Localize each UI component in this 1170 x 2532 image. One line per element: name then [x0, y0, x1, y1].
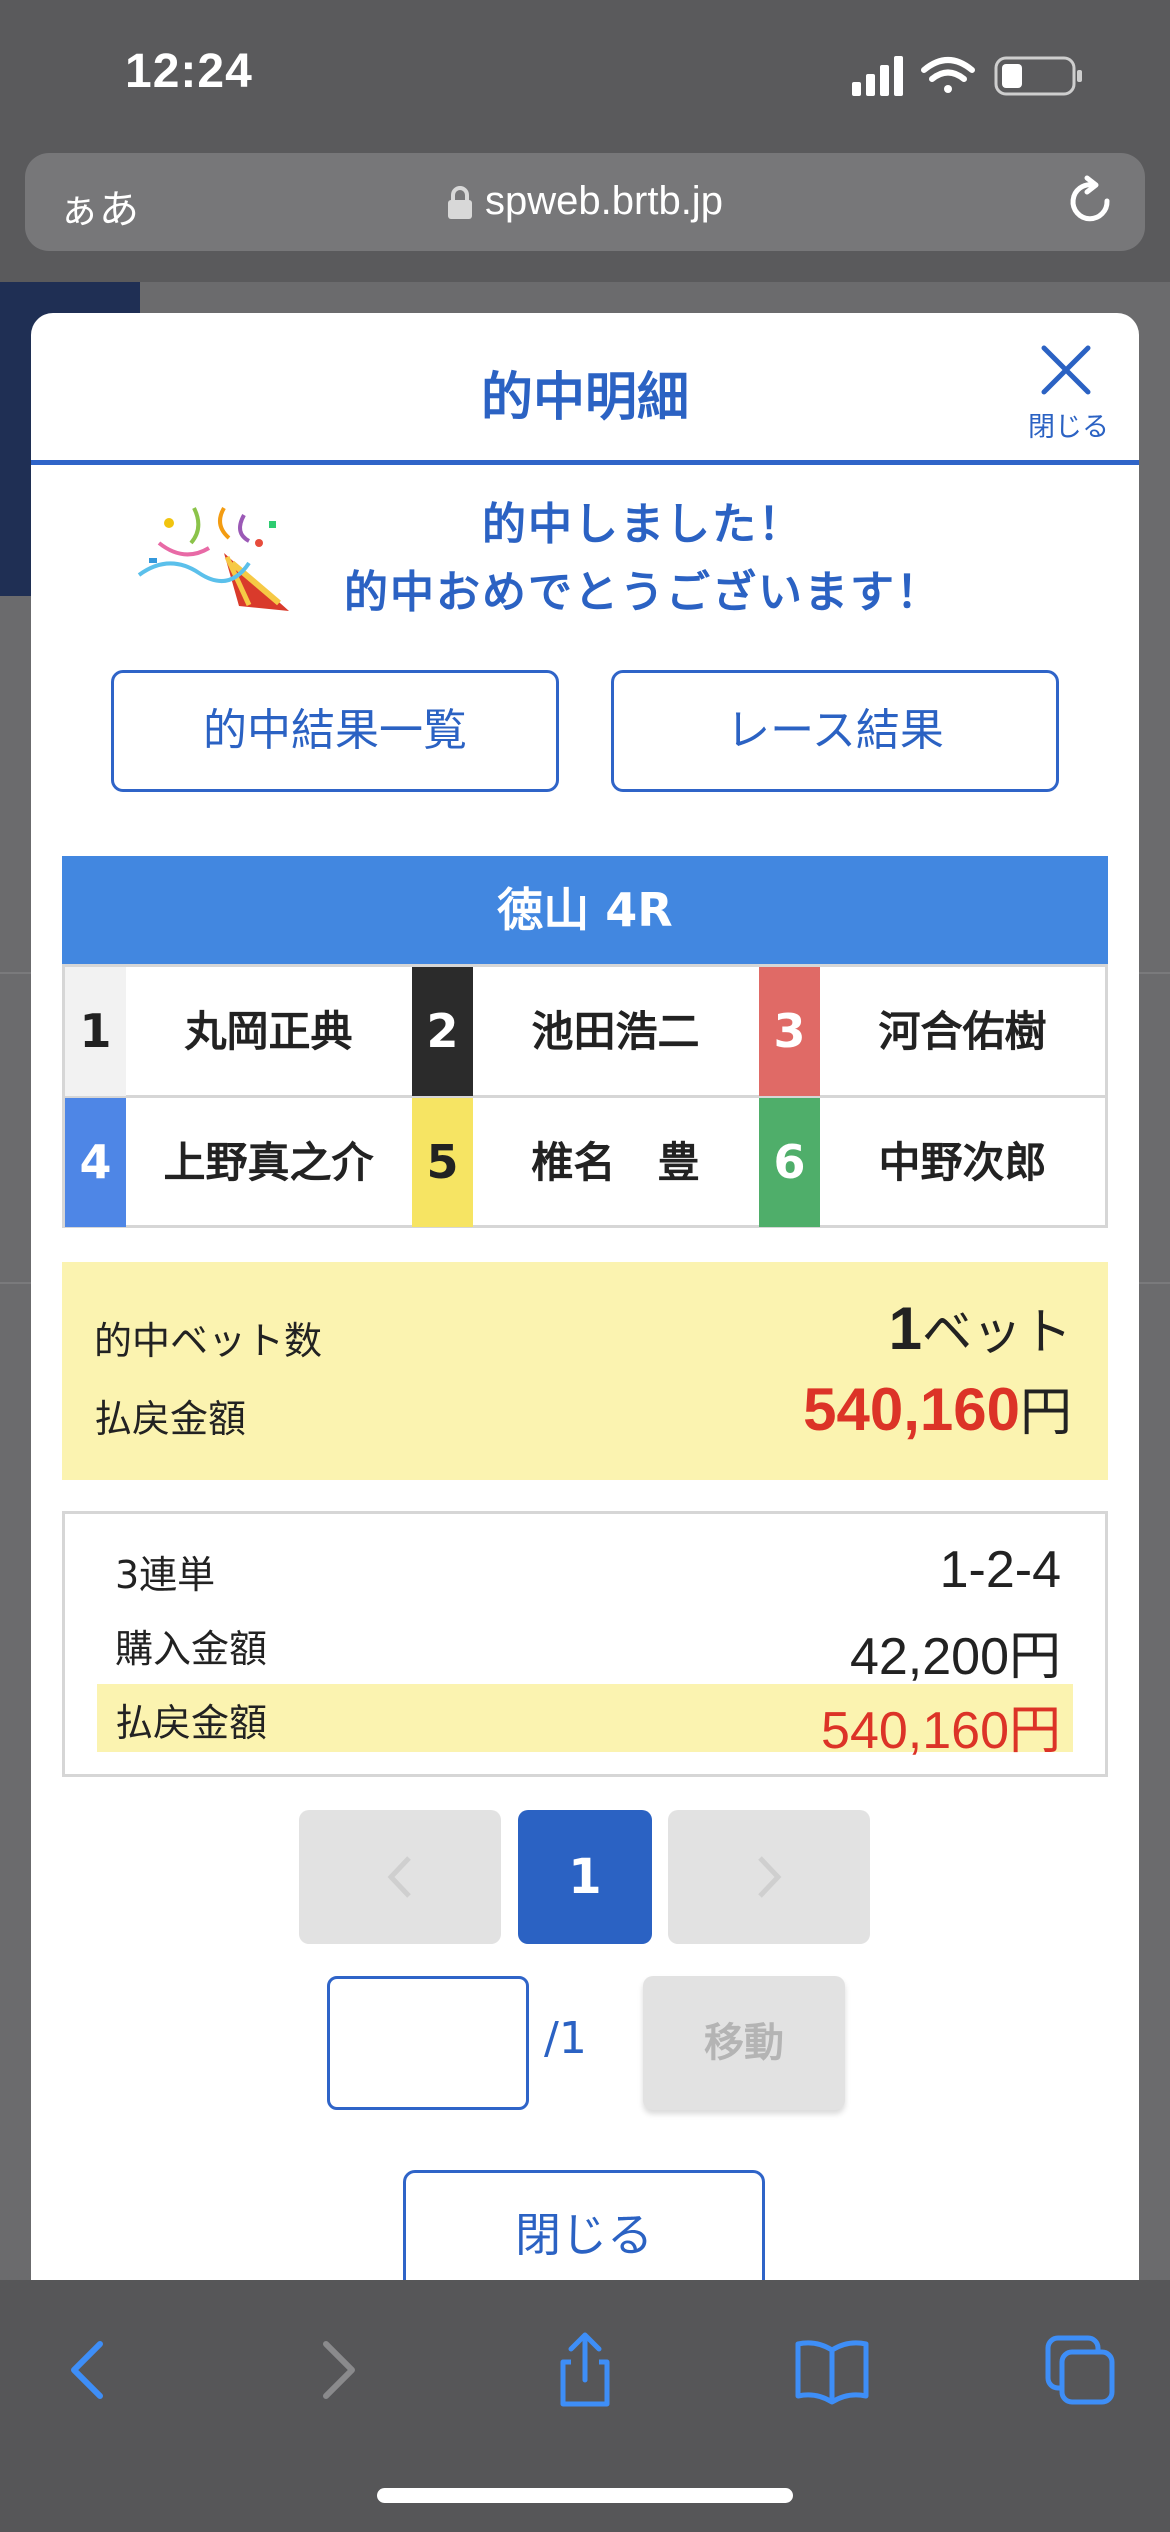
bet-type-row: 3連単 1-2-4 [97, 1536, 1073, 1604]
party-popper-icon [137, 506, 289, 611]
racer-name: 丸岡正典 [184, 1007, 353, 1056]
chevron-right-icon [758, 1856, 782, 1898]
url-text: spweb.brtb.jp [485, 179, 723, 223]
payout-unit: 円 [1019, 1383, 1072, 1443]
racer-name: 中野次郎 [878, 1138, 1047, 1187]
tabs-icon[interactable] [1040, 2330, 1120, 2410]
racer-3: 3 河合佑樹 [759, 967, 1105, 1096]
purchase-row: 購入金額 42,200円 [97, 1610, 1073, 1686]
modal-title: 的中明細 [480, 368, 689, 428]
racer-number: 6 [759, 1098, 820, 1227]
lock-icon [448, 186, 473, 220]
status-icons [852, 54, 1092, 98]
bet-count-value: 1ベット [889, 1292, 1072, 1364]
racer-number: 5 [412, 1098, 473, 1227]
racer-name: 池田浩二 [531, 1007, 700, 1056]
racer-number: 3 [759, 967, 820, 1096]
payout-amount: 540,160 [803, 1376, 1020, 1443]
hit-summary: 的中ベット数 1ベット 払戻金額 540,160円 [62, 1262, 1108, 1480]
move-button[interactable]: 移動 [643, 1976, 845, 2110]
race-title: 徳山 4R [62, 856, 1108, 964]
bet-type-label: 3連単 [115, 1553, 216, 1597]
racer-number: 1 [65, 967, 126, 1096]
chevron-left-icon [387, 1856, 411, 1898]
home-indicator [377, 2488, 793, 2503]
hit-detail-modal: 的中明細 閉じる 的中しました！ 的中おめでとうございます！ 的中結果一覧 レー… [31, 313, 1139, 2313]
racer-5: 5 椎名 豊 [412, 1098, 758, 1227]
racer-4: 4 上野真之介 [65, 1098, 411, 1227]
signal-icon [852, 56, 903, 96]
racer-number: 2 [412, 967, 473, 1096]
page-number-input[interactable] [327, 1976, 529, 2110]
url-display[interactable]: spweb.brtb.jp [25, 179, 1145, 224]
hit-results-list-button[interactable]: 的中結果一覧 [111, 670, 559, 792]
purchase-value: 42,200円 [849, 1628, 1061, 1686]
racer-name: 河合佑樹 [878, 1007, 1047, 1056]
racer-6: 6 中野次郎 [759, 1098, 1105, 1227]
url-bar[interactable]: ぁあ spweb.brtb.jp [25, 153, 1145, 251]
payout-value: 540,160円 [803, 1370, 1072, 1445]
next-page-button[interactable] [668, 1810, 870, 1944]
prev-page-button[interactable] [299, 1810, 501, 1944]
racer-name: 椎名 豊 [531, 1138, 700, 1187]
purchase-label: 購入金額 [115, 1627, 268, 1671]
close-icon[interactable] [1039, 343, 1093, 397]
modal-header: 的中明細 閉じる [31, 313, 1139, 465]
combination-value: 1-2-4 [939, 1541, 1061, 1599]
detail-payout-row: 払戻金額 540,160円 [97, 1684, 1073, 1760]
congrats-banner: 的中しました！ 的中おめでとうございます！ [31, 465, 1139, 625]
congrats-line-1: 的中しました！ [482, 499, 804, 550]
racer-2: 2 池田浩二 [412, 967, 758, 1096]
status-bar: 12:24 [0, 0, 1170, 145]
racer-grid: 1 丸岡正典 2 池田浩二 3 河合佑樹 4 上野真之介 5 椎名 豊 6 中野… [62, 964, 1108, 1228]
racer-name: 上野真之介 [163, 1138, 374, 1187]
bet-count-label: 的中ベット数 [94, 1319, 323, 1363]
detail-payout-value: 540,160円 [821, 1702, 1061, 1760]
battery-icon [994, 56, 1082, 96]
current-page-button[interactable]: 1 [518, 1810, 652, 1944]
racer-number: 4 [65, 1098, 126, 1227]
close-label[interactable]: 閉じる [1028, 405, 1109, 444]
page-total: /1 [544, 2013, 587, 2064]
congrats-line-2: 的中おめでとうございます！ [344, 567, 942, 618]
reload-icon[interactable] [1063, 175, 1117, 229]
bet-detail: 3連単 1-2-4 購入金額 42,200円 払戻金額 540,160円 [62, 1511, 1108, 1777]
congrats-text: 的中しました！ 的中おめでとうございます！ [293, 491, 993, 627]
bookmarks-icon[interactable] [792, 2330, 872, 2410]
detail-payout-label: 払戻金額 [115, 1701, 268, 1745]
race-result-button[interactable]: レース結果 [611, 670, 1059, 792]
wifi-icon [921, 57, 975, 93]
bet-count-unit: ベット [922, 1303, 1072, 1361]
back-icon[interactable] [48, 2330, 128, 2410]
racer-1: 1 丸岡正典 [65, 967, 411, 1096]
payout-label: 払戻金額 [94, 1397, 247, 1441]
bet-count-number: 1 [888, 1295, 922, 1362]
share-icon[interactable] [545, 2330, 625, 2410]
status-time: 12:24 [125, 45, 253, 98]
forward-icon[interactable] [298, 2330, 378, 2410]
